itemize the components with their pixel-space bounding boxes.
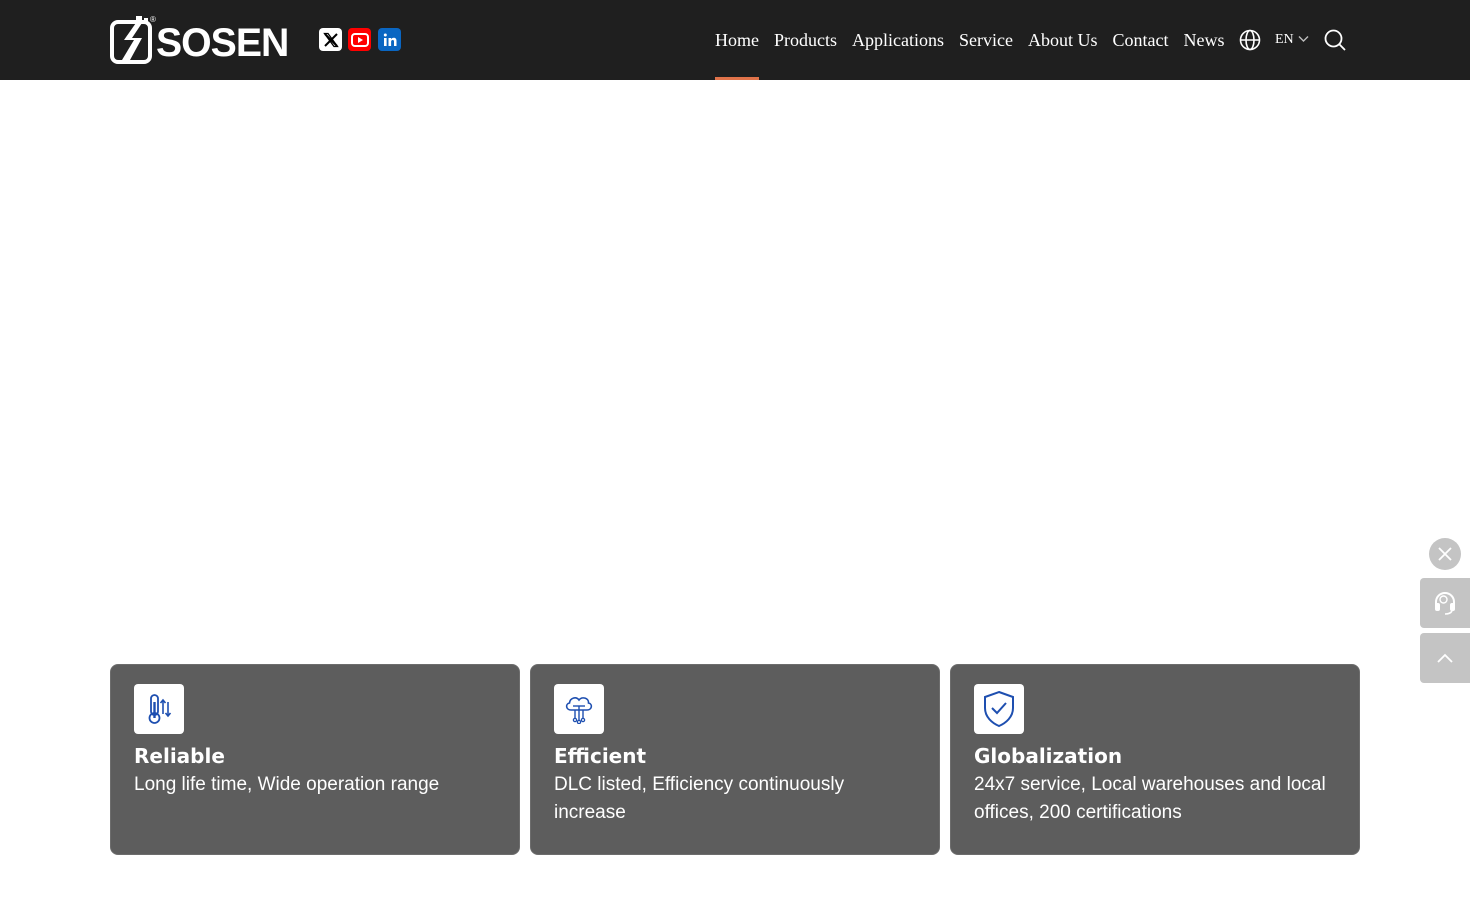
globe-icon[interactable]	[1239, 29, 1261, 51]
search-icon[interactable]	[1324, 29, 1346, 51]
site-header: ® SOSEN Home Products Applications Servi…	[0, 0, 1470, 80]
back-to-top-button[interactable]	[1420, 633, 1470, 683]
feature-description: DLC listed, Efficiency continuously incr…	[554, 774, 845, 823]
x-twitter-icon	[322, 32, 339, 47]
feature-description: 24x7 service, Local warehouses and local…	[974, 774, 1326, 823]
nav-applications[interactable]: Applications	[852, 0, 944, 80]
feature-title: Efficient	[554, 744, 647, 768]
main-nav: Home Products Applications Service About…	[715, 0, 1240, 80]
linkedin-link[interactable]	[378, 28, 401, 51]
shield-check-icon	[984, 690, 1014, 728]
youtube-icon	[350, 32, 369, 47]
x-twitter-link[interactable]	[319, 28, 342, 51]
logo-mark-icon	[110, 16, 152, 64]
feature-card-efficient: Efficient DLC listed, Efficiency continu…	[530, 664, 940, 855]
language-selector[interactable]: EN	[1275, 31, 1294, 49]
sosen-logo[interactable]: ® SOSEN	[110, 15, 289, 64]
chevron-down-icon[interactable]	[1298, 35, 1309, 43]
chevron-up-icon	[1437, 653, 1453, 663]
feature-title: Globalization	[974, 744, 1123, 768]
nav-products[interactable]: Products	[774, 0, 837, 80]
feature-icon-box	[974, 684, 1024, 734]
feature-icon-box	[554, 684, 604, 734]
close-icon	[1438, 547, 1452, 561]
feature-title: Reliable	[134, 744, 225, 768]
feature-description: Long life time, Wide operation range	[134, 774, 440, 795]
headset-icon	[1435, 591, 1455, 615]
float-close-button[interactable]	[1429, 538, 1461, 570]
logo-text: SOSEN	[156, 21, 289, 65]
customer-service-button[interactable]	[1420, 578, 1470, 628]
youtube-link[interactable]	[348, 28, 371, 51]
nav-service[interactable]: Service	[959, 0, 1013, 80]
feature-card-globalization: Globalization 24x7 service, Local wareho…	[950, 664, 1360, 855]
nav-news[interactable]: News	[1184, 0, 1225, 80]
feature-card-reliable: Reliable Long life time, Wide operation …	[110, 664, 520, 855]
thermometer-icon	[148, 694, 172, 724]
nav-contact[interactable]: Contact	[1113, 0, 1169, 80]
nav-home[interactable]: Home	[715, 0, 759, 80]
nav-about-us[interactable]: About Us	[1028, 0, 1098, 80]
cloud-chip-icon	[565, 697, 593, 724]
linkedin-icon	[383, 33, 396, 46]
feature-icon-box	[134, 684, 184, 734]
